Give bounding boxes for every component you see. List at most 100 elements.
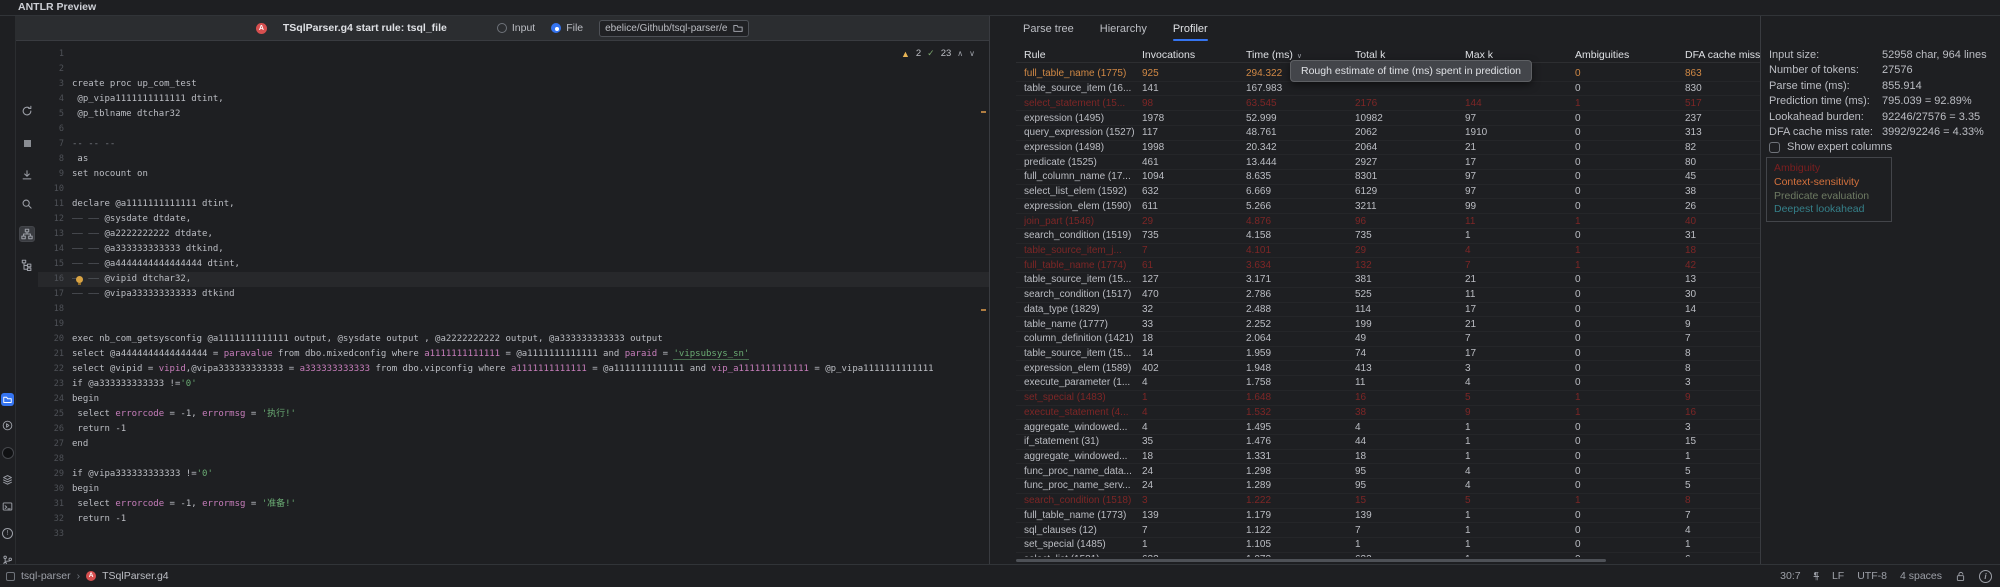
file-radio[interactable]: File [551,22,583,34]
run-tool-button[interactable] [1,419,14,432]
hierarchy-view-button[interactable] [19,226,35,242]
line-ending[interactable]: LF [1832,570,1844,582]
cell: 1.331 [1246,451,1355,462]
export-button[interactable] [19,167,35,183]
prev-issue-chevron-icon[interactable]: ∧ [957,49,963,58]
profiler-row[interactable]: full_table_name (1774)613.6341327142 [1016,258,1761,273]
terminal-tool-button[interactable] [1,500,14,513]
inspection-widget[interactable]: ▲ 2 ✓ 23 ∧ ∨ [901,48,975,59]
profiler-row[interactable]: table_source_item_j...74.101294118 [1016,244,1761,259]
profiler-row[interactable]: query_expression (1527)11748.76120621910… [1016,126,1761,141]
show-whitespace-icon[interactable]: ¶ [1814,571,1819,582]
profiler-row[interactable]: full_column_name (17...10948.63583019704… [1016,170,1761,185]
profiler-row[interactable]: execute_parameter (1...41.75811403 [1016,376,1761,391]
breadcrumb-file[interactable]: TSqlParser.g4 [102,570,169,582]
cell: 6129 [1355,186,1465,197]
profiler-row[interactable]: set_special (1483)11.64816519 [1016,391,1761,406]
col-invocations[interactable]: Invocations [1142,49,1246,61]
input-radio[interactable]: Input [497,22,535,34]
stop-button[interactable] [19,135,35,151]
code-line: 24begin [38,392,989,407]
tree-view-button[interactable] [19,257,35,273]
profiler-row[interactable]: table_source_item (16...141167.9830830 [1016,82,1761,97]
profiler-row[interactable]: search_condition (1518)31.22215518 [1016,494,1761,509]
refresh-button[interactable] [19,103,35,119]
cell: 8 [1685,348,1761,359]
profiler-row[interactable]: expression (1498)199820.342206421082 [1016,141,1761,156]
file-encoding[interactable]: UTF-8 [1857,570,1887,582]
checkbox-label: Show expert columns [1787,141,1892,153]
profiler-row[interactable]: sql_clauses (12)71.1227104 [1016,523,1761,538]
col-dfa-cache-miss[interactable]: DFA cache miss [1685,49,1761,61]
profiler-row[interactable]: if_statement (31)351.476441015 [1016,435,1761,450]
caret-position[interactable]: 30:7 [1780,570,1800,582]
profiler-row[interactable]: execute_statement (4...41.532389116 [1016,406,1761,421]
code-line: 13—— —— @a2222222222 dtdate, [38,227,989,242]
cell: 8.635 [1246,171,1355,182]
col-time[interactable]: Time (ms)∨ [1246,49,1355,61]
search-button[interactable] [19,196,35,212]
show-expert-columns-checkbox[interactable]: Show expert columns [1769,141,1892,153]
profiler-row[interactable]: search_condition (1519)7354.1587351031 [1016,229,1761,244]
cell: 1.298 [1246,466,1355,477]
cell: 1 [1355,539,1465,550]
col-max-k[interactable]: Max k [1465,49,1575,61]
tab-hierarchy[interactable]: Hierarchy [1100,16,1147,41]
problems-tool-button[interactable]: ! [1,527,14,540]
profiler-row[interactable]: table_name (1777)332.2521992109 [1016,317,1761,332]
code-line: 16—— —— @vipid dtchar32, [38,272,989,287]
cell: set_special (1483) [1024,392,1142,403]
code-editor[interactable]: 123create proc up_com_test4 @p_vipa11111… [38,41,989,565]
cell: full_table_name (1775) [1024,68,1142,79]
project-window-icon[interactable] [6,572,15,581]
error-stripe-mark[interactable] [981,111,986,113]
profiler-row[interactable]: data_type (1829)322.48811417014 [1016,303,1761,318]
profiler-row[interactable]: table_source_item (15...1273.17138121013 [1016,273,1761,288]
next-issue-chevron-icon[interactable]: ∨ [969,49,975,58]
profiler-row[interactable]: search_condition (1517)4702.78652511030 [1016,288,1761,303]
profiler-row[interactable]: expression_elem (1589)4021.948413308 [1016,361,1761,376]
col-ambiguities[interactable]: Ambiguities [1575,49,1685,61]
preview-icon-rail [16,41,39,565]
lock-icon[interactable] [1955,571,1966,582]
error-stripe-mark[interactable] [981,309,986,311]
profiler-row[interactable]: set_special (1485)11.1051101 [1016,538,1761,553]
col-total-k[interactable]: Total k [1355,49,1465,61]
profiler-row[interactable]: select_list_elem (1592)6326.669612997038 [1016,185,1761,200]
commit-tool-button[interactable] [1,446,14,459]
project-tool-button[interactable] [1,393,14,406]
profiler-row[interactable]: aggregate_windowed...181.33118101 [1016,450,1761,465]
profiler-row[interactable]: func_proc_name_data...241.29895405 [1016,464,1761,479]
table-horizontal-scrollbar[interactable] [1016,559,1606,562]
cell: 461 [1142,157,1246,168]
profiler-row[interactable]: select_statement (15...9863.545217614415… [1016,96,1761,111]
profiler-row[interactable]: full_table_name (1773)1391.179139107 [1016,509,1761,524]
profiler-row[interactable]: predicate (1525)46113.444292717080 [1016,155,1761,170]
services-tool-button[interactable] [1,473,14,486]
code-line: 27end [38,437,989,452]
profiler-row[interactable]: expression_elem (1590)6115.266321199026 [1016,199,1761,214]
indent-setting[interactable]: 4 spaces [1900,570,1942,582]
line-number: 27 [38,437,72,452]
cell: 3.171 [1246,274,1355,285]
profiler-row[interactable]: aggregate_windowed...41.4954103 [1016,420,1761,435]
tab-parse-tree[interactable]: Parse tree [1023,16,1074,41]
code-line: 5 @p_tblname dtchar32 [38,107,989,122]
notifications-icon[interactable]: i [1979,570,1992,583]
code-line: 1 [38,47,989,62]
profiler-row[interactable]: column_definition (1421)182.06449707 [1016,332,1761,347]
folder-icon[interactable] [733,23,743,33]
col-rule[interactable]: Rule [1024,49,1142,61]
cell: aggregate_windowed... [1024,451,1142,462]
cell: 830 [1685,83,1761,94]
cell: 4 [1142,422,1246,433]
intention-bulb-icon[interactable] [76,276,83,283]
profiler-row[interactable]: func_proc_name_serv...241.28995405 [1016,479,1761,494]
profiler-row[interactable]: select_list (1581)6321.073632106 [1016,553,1761,557]
test-file-path-input[interactable]: ebelice/Github/tsql-parser/examples/big.… [599,20,749,37]
profiler-row[interactable]: table_source_item (15...141.959741708 [1016,347,1761,362]
profiler-row[interactable]: join_part (1546)294.8769611140 [1016,214,1761,229]
tab-profiler[interactable]: Profiler [1173,16,1208,41]
profiler-row[interactable]: expression (1495)197852.99910982970237 [1016,111,1761,126]
breadcrumb-project[interactable]: tsql-parser [21,570,71,582]
